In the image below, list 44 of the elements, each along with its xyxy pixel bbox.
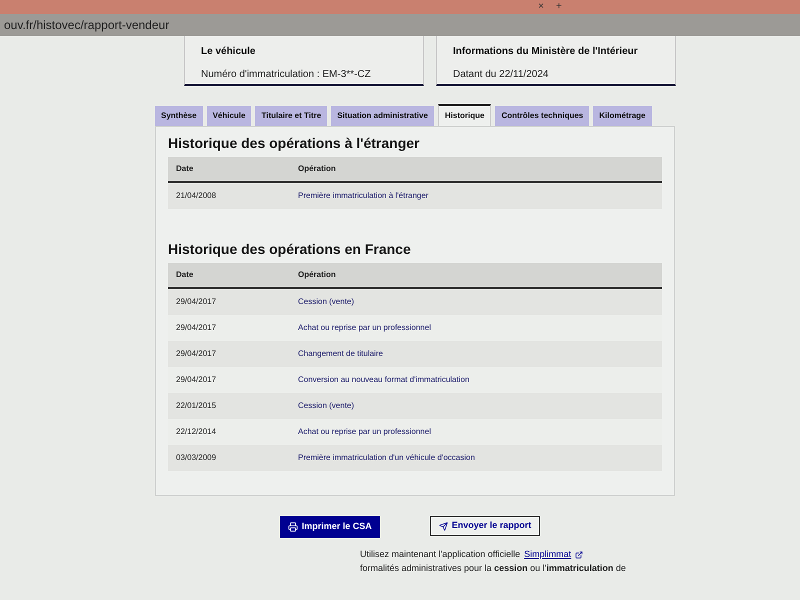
tab[interactable]: Titulaire et Titre [255, 106, 328, 126]
info-text: formalités administratives pour la cession ou l'immatriculation de [360, 562, 627, 575]
date-cell-text: 21/04/2008 [175, 190, 218, 202]
card-title: Informations du Ministère de l'Intérieur [453, 45, 639, 59]
date-cell-text: 29/04/2017 [175, 374, 218, 386]
date-cell-text: 29/04/2017 [175, 348, 218, 360]
column-header: Date [175, 163, 194, 175]
tab-control[interactable]: + [556, 0, 562, 14]
operation-cell: Changement de titulaire [298, 348, 383, 360]
simplimmat-link[interactable]: Simplimmat [524, 548, 572, 562]
column-header: Opération [298, 163, 336, 175]
tab[interactable]: Historique [438, 104, 492, 126]
column-header: Opération [298, 269, 336, 281]
date-cell-text: 22/01/2015 [175, 400, 218, 412]
send-icon [438, 522, 448, 530]
operation-cell: Cession (vente) [298, 400, 354, 412]
tab[interactable]: Kilométrage [593, 106, 652, 126]
operation-cell: Conversion au nouveau format d'immatriculation [298, 374, 470, 386]
date-cell-text: 29/04/2017 [175, 322, 218, 334]
external-link-icon [575, 550, 584, 559]
card-title: Le véhicule [201, 45, 256, 59]
info-text: Utilisez maintenant l'application officielle [360, 548, 520, 561]
tab[interactable]: Situation administrative [331, 106, 434, 126]
card-text: Datant du 22/11/2024 [453, 68, 550, 82]
operation-cell: Première immatriculation à l'étranger [298, 190, 428, 202]
tab[interactable]: Contrôles techniques [495, 106, 590, 126]
operation-cell: Cession (vente) [298, 296, 354, 308]
address-bar[interactable]: ouv.fr/histovec/rapport-vendeur [0, 14, 800, 36]
tab-control[interactable]: × [538, 0, 544, 14]
date-cell-text: 03/03/2009 [175, 452, 218, 464]
operation-cell: Achat ou reprise par un professionnel [298, 426, 431, 438]
tab[interactable]: Véhicule [206, 106, 252, 126]
section-heading: Historique des opérations à l'étranger [168, 134, 421, 153]
tab[interactable]: Synthèse [155, 106, 203, 126]
send-report-button[interactable]: Envoyer le rapport [430, 516, 540, 536]
date-cell-text: 29/04/2017 [175, 296, 218, 308]
printer-icon [288, 522, 298, 532]
operation-cell: Achat ou reprise par un professionnel [298, 322, 431, 334]
card-text: Numéro d'immatriculation : EM-3**-CZ [201, 68, 372, 82]
section-heading: Historique des opérations en France [168, 240, 412, 259]
column-header: Date [175, 269, 194, 281]
print-button[interactable]: Imprimer le CSA [280, 516, 380, 538]
operation-cell: Première immatriculation d'un véhicule d'occasion [298, 452, 475, 464]
date-cell-text: 22/12/2014 [175, 426, 218, 438]
